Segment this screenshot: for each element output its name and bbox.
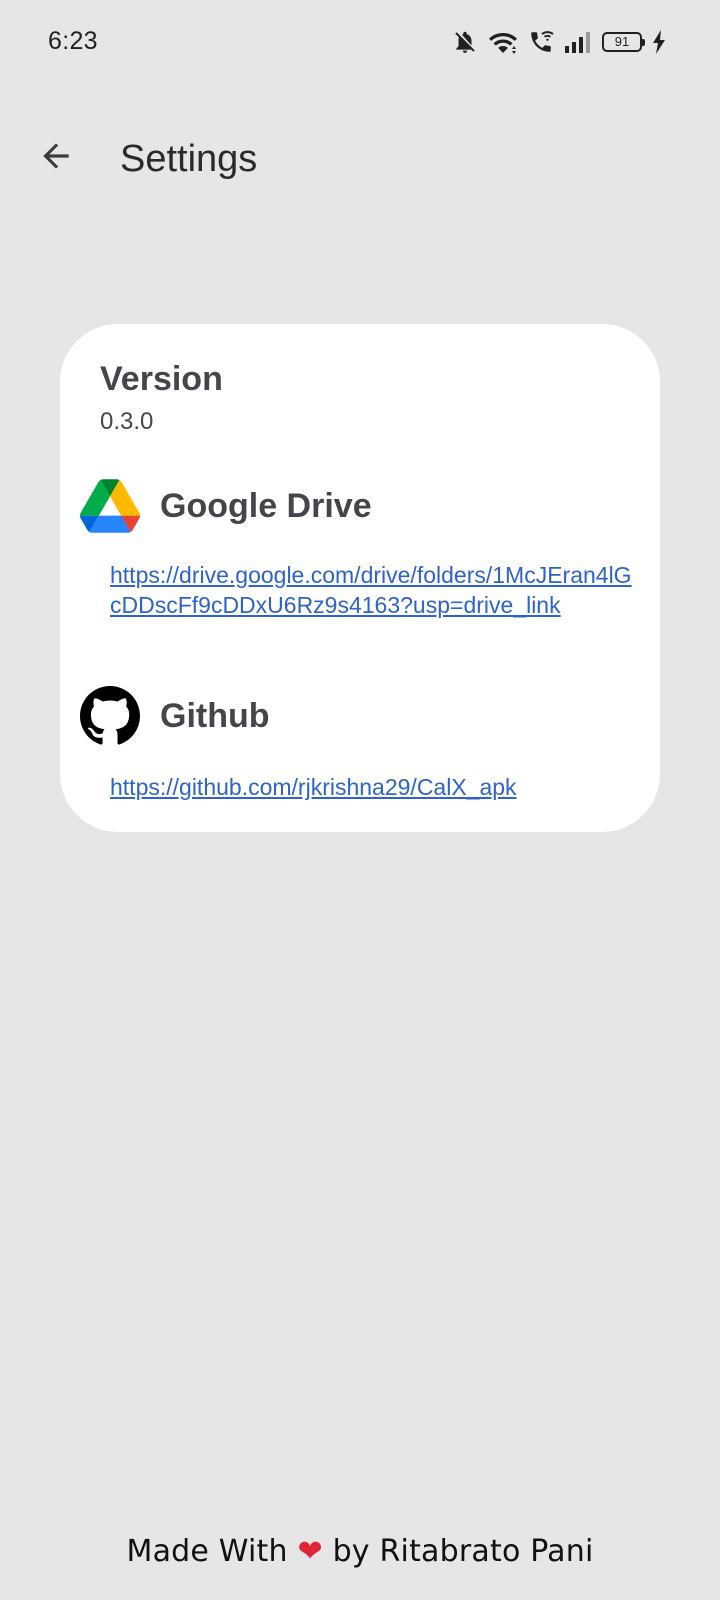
signal-icon — [564, 31, 592, 53]
google-drive-icon — [80, 476, 140, 536]
google-drive-title: Google Drive — [160, 486, 372, 525]
footer-credit: Made With ❤ by Ritabrato Pani — [0, 1534, 720, 1569]
footer-prefix: Made With — [126, 1534, 288, 1569]
status-bar: 6:23 91 — [0, 0, 720, 84]
arrow-back-icon — [37, 137, 75, 180]
google-drive-header: Google Drive — [80, 476, 372, 536]
status-icons: 91 — [452, 27, 666, 57]
github-title: Github — [160, 696, 270, 735]
version-label: Version — [100, 360, 223, 398]
status-time: 6:23 — [48, 27, 98, 55]
github-link[interactable]: https://github.com/rjkrishna29/CalX_apk — [110, 772, 640, 802]
github-header: Github — [80, 686, 270, 746]
heart-icon: ❤ — [297, 1534, 323, 1569]
battery-icon: 91 — [602, 32, 645, 52]
page-title: Settings — [120, 138, 258, 180]
notifications-off-icon — [452, 29, 478, 55]
wifi-icon — [488, 29, 518, 55]
version-value: 0.3.0 — [100, 408, 154, 435]
back-button[interactable] — [30, 132, 82, 184]
app-bar: Settings — [0, 120, 720, 204]
wifi-calling-icon — [528, 29, 554, 55]
footer-suffix: by Ritabrato Pani — [332, 1534, 594, 1569]
info-card: Version 0.3.0 Google Drive https://drive… — [60, 324, 660, 832]
google-drive-link[interactable]: https://drive.google.com/drive/folders/1… — [110, 560, 640, 620]
charging-icon — [652, 30, 666, 54]
github-icon — [80, 686, 140, 746]
